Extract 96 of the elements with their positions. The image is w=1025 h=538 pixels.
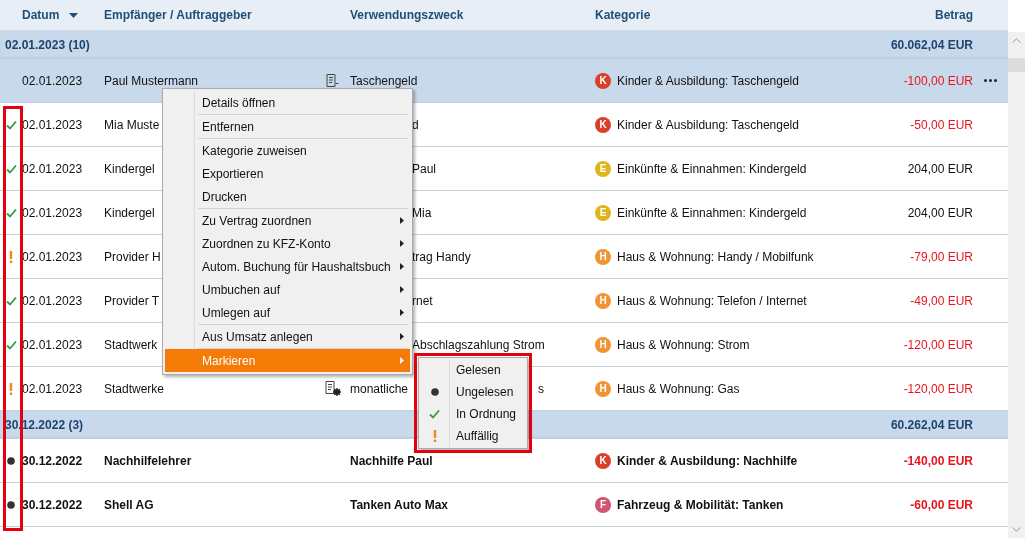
purpose-cell: Nachhilfe Paul [350, 453, 433, 468]
category-cell: Einkünfte & Einnahmen: Kindergeld [617, 161, 807, 176]
scroll-thumb[interactable] [1008, 58, 1025, 72]
payee-cell: Mia Muste [104, 117, 160, 132]
submenu-arrow-icon [400, 286, 404, 293]
menu-item[interactable]: Umlegen auf [165, 301, 410, 324]
menu-item[interactable]: Umbuchen auf [165, 278, 410, 301]
amount-cell: 204,00 EUR [907, 161, 973, 176]
amount-cell: -50,00 EUR [910, 117, 973, 132]
menu-item[interactable]: Aus Umsatz anlegen [165, 325, 410, 348]
transaction-row[interactable]: 30.12.2022 Shell AG Tanken Auto Max F Fahrzeug & Mobilität: Tanken -60,00 EUR [0, 483, 1008, 527]
submenu-arrow-icon [400, 263, 404, 270]
amount-cell: -140,00 EUR [903, 453, 973, 468]
category-badge: K [595, 452, 611, 469]
amount-cell: -100,00 EUR [903, 73, 973, 88]
category-badge: E [595, 204, 611, 221]
category-cell: Haus & Wohnung: Strom [617, 337, 750, 352]
amount-cell: -120,00 EUR [903, 337, 973, 352]
column-header[interactable]: Verwendungszweck [350, 8, 595, 22]
amount-cell: -79,00 EUR [910, 249, 973, 264]
purpose-cell: Taschengeld [350, 73, 418, 88]
amount-cell: 204,00 EUR [907, 205, 973, 220]
purpose-cell: monatliche [350, 381, 409, 396]
purpose-cell: s [538, 381, 545, 396]
payee-cell: Provider T [104, 293, 160, 308]
submenu-arrow-icon [400, 333, 404, 340]
date-cell: 02.01.2023 [22, 117, 83, 132]
purpose-cell: Tanken Auto Max [350, 497, 448, 512]
purpose-cell: trag Handy [412, 249, 471, 264]
column-header[interactable]: Datum [22, 8, 104, 22]
menu-item[interactable]: Exportieren [165, 162, 410, 185]
category-badge: H [595, 380, 611, 397]
payee-cell: Nachhilfelehrer [104, 453, 192, 468]
category-cell: Haus & Wohnung: Handy / Mobilfunk [617, 249, 814, 264]
date-cell: 02.01.2023 [22, 73, 83, 88]
date-cell: 02.01.2023 [22, 205, 83, 220]
purpose-cell: Mia [412, 205, 432, 220]
category-cell: Fahrzeug & Mobilität: Tanken [617, 497, 784, 512]
category-badge: K [595, 116, 611, 133]
date-cell: 02.01.2023 [22, 337, 83, 352]
purpose-cell: d [412, 117, 419, 132]
group-total: 60.262,04 EUR [890, 418, 973, 432]
category-cell: Haus & Wohnung: Gas [617, 381, 740, 396]
date-cell: 02.01.2023 [22, 249, 83, 264]
purpose-cell: Paul [412, 161, 437, 176]
payee-cell: Kindergel [104, 205, 155, 220]
payee-cell: Shell AG [104, 497, 154, 512]
category-cell: Einkünfte & Einnahmen: Kindergeld [617, 205, 807, 220]
menu-item[interactable]: Ungelesen [419, 381, 527, 403]
date-cell: 02.01.2023 [22, 293, 83, 308]
date-cell: 30.12.2022 [22, 497, 83, 512]
more-icon[interactable] [984, 79, 997, 82]
payee-cell: Stadtwerke [104, 381, 165, 396]
group-label: 02.01.2023 (10) [5, 38, 90, 52]
column-header[interactable]: Empfänger / Auftraggeber [104, 8, 315, 22]
payee-cell: Stadtwerk [104, 337, 158, 352]
amount-cell: -120,00 EUR [903, 381, 973, 396]
menu-item[interactable]: Entfernen [165, 115, 410, 138]
category-badge: H [595, 248, 611, 265]
category-badge: E [595, 160, 611, 177]
menu-item[interactable]: Zu Vertrag zuordnen [165, 209, 410, 232]
amount-cell: -60,00 EUR [910, 497, 973, 512]
purpose-cell: rnet [412, 293, 433, 308]
check-icon [429, 409, 440, 419]
payee-cell: Kindergel [104, 161, 155, 176]
group-total: 60.062,04 EUR [890, 38, 973, 52]
menu-item[interactable]: Autom. Buchung für Haushaltsbuch [165, 255, 410, 278]
payee-cell: Provider H [104, 249, 161, 264]
dot-icon [430, 388, 439, 396]
column-header[interactable]: Kategorie [595, 8, 873, 22]
menu-item[interactable]: Zuordnen zu KFZ-Konto [165, 232, 410, 255]
date-cell: 02.01.2023 [22, 161, 83, 176]
payee-cell: Paul Mustermann [104, 73, 199, 88]
purpose-cell: Abschlagszahlung Strom [412, 337, 545, 352]
group-header[interactable]: 02.01.2023 (10) 60.062,04 EUR [0, 31, 1008, 59]
note-icon[interactable] [326, 74, 339, 87]
exclamation-icon [432, 430, 437, 442]
sort-caret-icon[interactable] [69, 12, 79, 18]
category-badge: K [595, 72, 611, 89]
submenu-arrow-icon [400, 240, 404, 247]
column-header[interactable]: Betrag [935, 8, 973, 22]
category-cell: Kinder & Ausbildung: Taschengeld [617, 117, 799, 132]
date-cell: 30.12.2022 [22, 453, 83, 468]
submenu-arrow-icon [400, 309, 404, 316]
category-cell: Haus & Wohnung: Telefon / Internet [617, 293, 807, 308]
submenu-arrow-icon [400, 217, 404, 224]
category-badge: H [595, 292, 611, 309]
category-cell: Kinder & Ausbildung: Nachhilfe [617, 453, 798, 468]
note-gear-icon[interactable] [324, 381, 341, 396]
category-cell: Kinder & Ausbildung: Taschengeld [617, 73, 799, 88]
submenu-arrow-icon [400, 357, 404, 364]
date-cell: 02.01.2023 [22, 381, 83, 396]
scrollbar[interactable] [1008, 32, 1025, 538]
category-badge: H [595, 336, 611, 353]
amount-cell: -49,00 EUR [910, 293, 973, 308]
category-badge: F [595, 496, 611, 513]
